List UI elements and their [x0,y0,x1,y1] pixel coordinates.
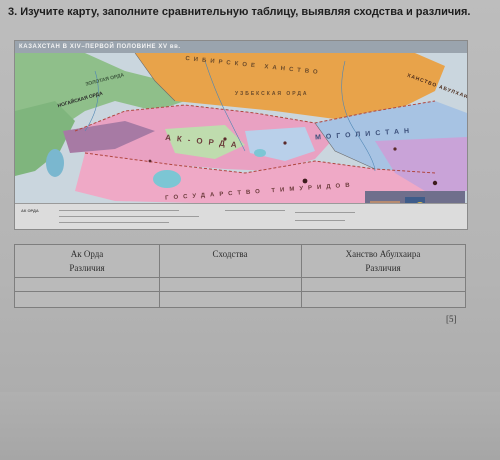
map-label-uzbek: УЗБЕКСКАЯ ОРДА [235,91,309,97]
legend-line [295,212,355,213]
task-heading: 3. Изучите карту, заполните сравнительную… [8,6,498,18]
map-legend: АК ОРДА [15,203,467,229]
comparison-table: Ак Орда Различия Сходства Ханство Абулха… [14,244,466,308]
answer-cell-ak-orda[interactable] [15,278,159,308]
header-ak-orda: Ак Орда [70,249,104,259]
score-marks: [5] [446,314,457,324]
header-khanate-abulkhair: Ханство Абулхаира [345,249,421,259]
subheader-differences-ak-orda: Различия [69,263,105,273]
answer-cell-khanate[interactable] [302,278,465,308]
legend-line [59,222,169,223]
legend-line [59,216,199,217]
task-number: 3. [8,6,18,18]
header-similarities: Сходства [212,249,248,259]
task-text: Изучите карту, заполните сравнительную т… [20,6,471,18]
subheader-differences-khanate: Различия [365,263,401,273]
legend-heading: АК ОРДА [21,208,39,213]
page-bottom-area [0,392,500,460]
historical-map: КАЗАХСТАН В XIV–ПЕРВОЙ ПОЛОВИНЕ XV вв. З… [14,40,468,230]
legend-line [225,210,285,211]
legend-line [295,220,345,221]
legend-line [59,210,179,211]
answer-cell-similarities[interactable] [160,278,301,308]
map-title: КАЗАХСТАН В XIV–ПЕРВОЙ ПОЛОВИНЕ XV вв. [15,41,467,53]
